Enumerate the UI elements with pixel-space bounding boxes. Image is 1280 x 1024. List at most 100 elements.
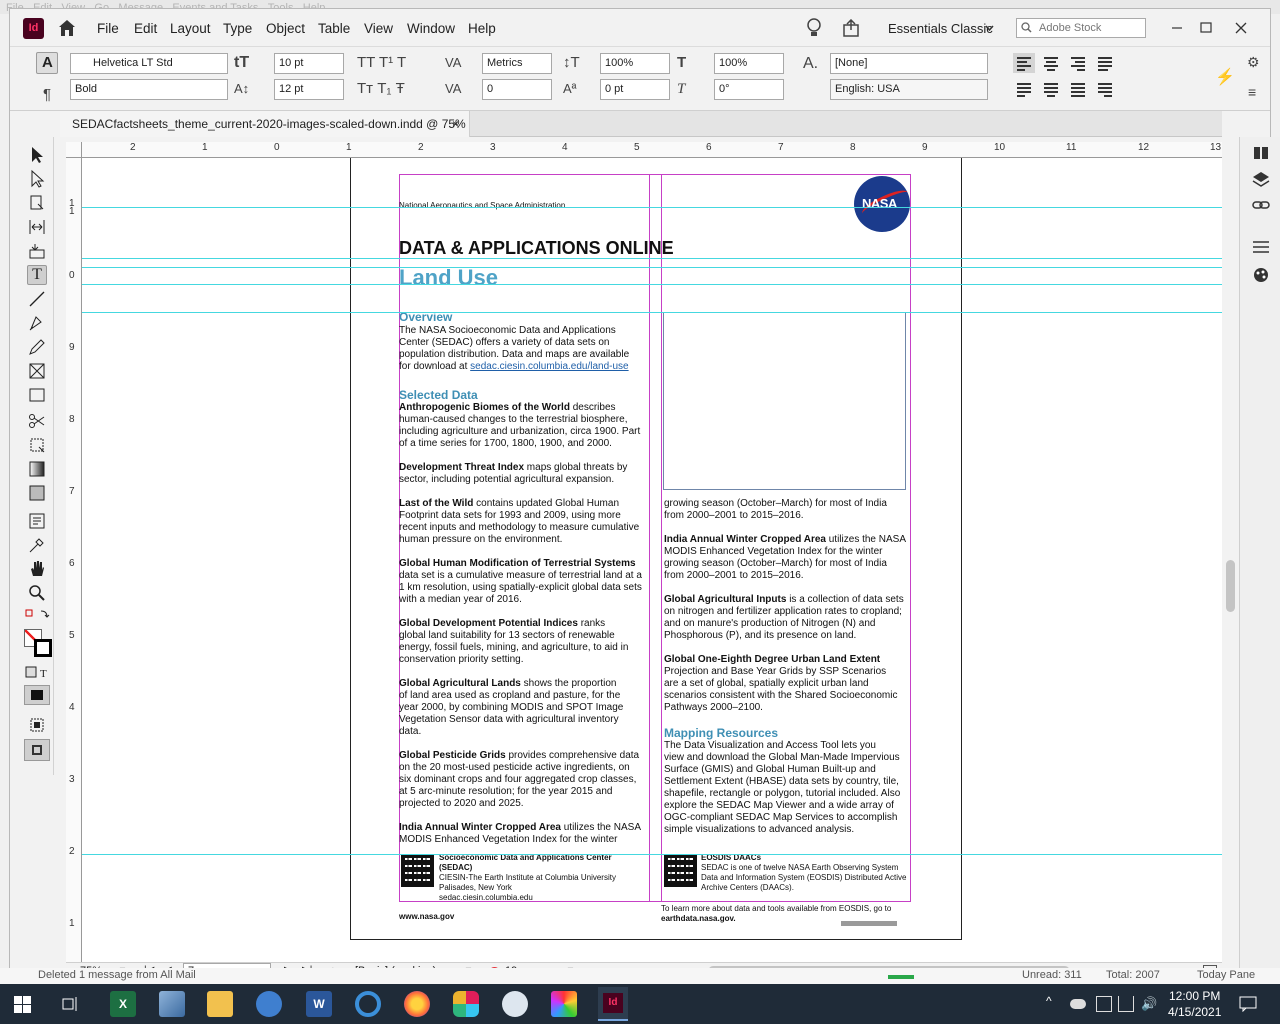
font-family-field[interactable]: Helvetica LT Std <box>70 53 228 74</box>
internet-explorer-icon[interactable] <box>355 991 381 1017</box>
overview-link[interactable]: sedac.ciesin.columbia.edu/land-use <box>470 361 628 372</box>
footer-left-url[interactable]: sedac.ciesin.columbia.edu <box>439 893 533 903</box>
pen-tool-icon[interactable] <box>27 313 47 333</box>
direct-selection-tool-icon[interactable] <box>27 169 47 189</box>
browser-app-icon[interactable] <box>502 991 528 1017</box>
pencil-tool-icon[interactable] <box>27 337 47 357</box>
stroke-swatch[interactable] <box>34 639 52 657</box>
character-mode-button[interactable]: A <box>36 52 58 74</box>
chevron-up-icon[interactable]: ^ <box>1046 994 1052 1008</box>
firefox-icon[interactable] <box>404 991 430 1017</box>
horizontal-ruler[interactable]: 2 1 0 1 2 3 4 5 6 7 8 9 10 11 12 13 <box>82 142 1222 158</box>
thunderbird-icon[interactable] <box>256 991 282 1017</box>
selection-tool-icon[interactable] <box>27 145 47 165</box>
menu-help[interactable]: Help <box>468 21 496 36</box>
justify-left-button[interactable] <box>1013 79 1035 99</box>
onedrive-icon[interactable] <box>1070 999 1086 1009</box>
scissors-tool-icon[interactable] <box>27 411 47 431</box>
ruler-guide[interactable] <box>82 312 1222 313</box>
menu-view[interactable]: View <box>364 21 393 36</box>
document-page[interactable]: National Aeronautics and Space Administr… <box>350 158 962 940</box>
horizontal-scale-field[interactable]: 100% <box>714 53 784 74</box>
page-tool-icon[interactable] <box>27 193 47 213</box>
gear-icon[interactable]: ⚙ <box>1247 53 1260 71</box>
paragraph-mode-icon[interactable]: ¶ <box>43 86 51 104</box>
zoom-tool-icon[interactable] <box>27 583 47 603</box>
windows-start-icon[interactable] <box>14 996 31 1013</box>
swatches-panel-icon[interactable] <box>1251 265 1271 285</box>
font-size-field[interactable]: 10 pt <box>274 53 344 74</box>
formatting-container-icon[interactable]: T <box>23 663 51 683</box>
pages-panel-icon[interactable] <box>1251 143 1271 163</box>
justify-right-button[interactable] <box>1094 79 1116 99</box>
ruler-guide[interactable] <box>82 258 1222 259</box>
maximize-icon[interactable] <box>1195 17 1217 39</box>
vertical-scrollbar[interactable] <box>1222 158 1238 962</box>
security-icon[interactable] <box>1096 996 1112 1012</box>
menu-table[interactable]: Table <box>318 21 350 36</box>
small-caps-icon[interactable]: Tт T₁ Ŧ <box>357 80 405 98</box>
font-style-field[interactable]: Bold <box>70 79 228 100</box>
rectangle-tool-icon[interactable] <box>27 385 47 405</box>
adobe-stock-search-input[interactable]: Adobe Stock <box>1016 18 1146 38</box>
skew-field[interactable]: 0° <box>714 79 784 100</box>
kerning-field[interactable]: Metrics <box>482 53 552 74</box>
justify-all-button[interactable] <box>1067 79 1089 99</box>
gradient-swatch-tool-icon[interactable] <box>27 459 47 479</box>
layers-panel-icon[interactable] <box>1251 169 1271 189</box>
normal-view-mode-icon[interactable] <box>27 715 47 735</box>
chevron-down-icon[interactable] <box>985 25 994 31</box>
preview-mode-button[interactable] <box>24 739 50 761</box>
color-app-icon[interactable] <box>551 991 577 1017</box>
baseline-shift-field[interactable]: 0 pt <box>600 79 670 100</box>
leading-field[interactable]: 12 pt <box>274 79 344 100</box>
menu-layout[interactable]: Layout <box>170 21 211 36</box>
notifications-icon[interactable] <box>1239 996 1257 1012</box>
close-tab-icon[interactable]: × <box>452 111 459 137</box>
align-center-button[interactable] <box>1040 53 1062 73</box>
character-style-field[interactable]: [None] <box>830 53 988 74</box>
menu-object[interactable]: Object <box>266 21 305 36</box>
indesign-taskbar-button[interactable]: Id <box>598 987 628 1021</box>
ruler-guide[interactable] <box>82 854 1222 855</box>
line-tool-icon[interactable] <box>27 289 47 309</box>
document-tab[interactable]: SEDACfactsheets_theme_current-2020-image… <box>60 111 470 137</box>
minimize-icon[interactable] <box>1166 17 1188 39</box>
close-icon[interactable] <box>1230 17 1252 39</box>
align-right-button[interactable] <box>1067 53 1089 73</box>
menu-file[interactable]: File <box>97 21 119 36</box>
excel-icon[interactable]: X <box>110 991 136 1017</box>
apply-color-button[interactable] <box>24 685 50 705</box>
image-frame[interactable] <box>663 312 906 490</box>
menu-type[interactable]: Type <box>223 21 252 36</box>
volume-icon[interactable]: 🔊 <box>1141 996 1157 1012</box>
task-view-icon[interactable] <box>62 996 80 1012</box>
pasteboard[interactable]: National Aeronautics and Space Administr… <box>82 158 1222 962</box>
justify-center-button[interactable] <box>1040 79 1062 99</box>
vertical-scale-field[interactable]: 100% <box>600 53 670 74</box>
align-left-button[interactable] <box>1013 53 1035 73</box>
rectangle-frame-tool-icon[interactable] <box>27 361 47 381</box>
nasa-url[interactable]: www.nasa.gov <box>399 912 454 922</box>
quick-apply-icon[interactable]: ⚡ <box>1215 69 1235 87</box>
ruler-origin[interactable] <box>66 142 82 158</box>
slack-icon[interactable] <box>453 991 479 1017</box>
type-tool-icon[interactable]: T <box>27 265 47 285</box>
menu-window[interactable]: Window <box>407 21 455 36</box>
menu-edit[interactable]: Edit <box>134 21 157 36</box>
scrollbar-thumb[interactable] <box>1226 560 1235 612</box>
lightbulb-icon[interactable] <box>805 18 823 38</box>
swap-colors-icon[interactable] <box>23 607 51 627</box>
notebook-app-icon[interactable] <box>159 991 185 1017</box>
ruler-guide[interactable] <box>82 207 1222 208</box>
ruler-guide[interactable] <box>82 284 1222 285</box>
home-icon[interactable] <box>58 19 76 37</box>
free-transform-tool-icon[interactable] <box>27 435 47 455</box>
network-icon[interactable] <box>1118 996 1134 1012</box>
stroke-panel-icon[interactable] <box>1251 237 1271 257</box>
tracking-field[interactable]: 0 <box>482 79 552 100</box>
vertical-ruler[interactable]: 1 1 0 9 8 7 6 5 4 3 2 1 <box>66 158 82 962</box>
note-tool-icon[interactable] <box>27 511 47 531</box>
all-caps-icon[interactable]: TT T¹ T <box>357 54 406 72</box>
gradient-feather-tool-icon[interactable] <box>27 483 47 503</box>
